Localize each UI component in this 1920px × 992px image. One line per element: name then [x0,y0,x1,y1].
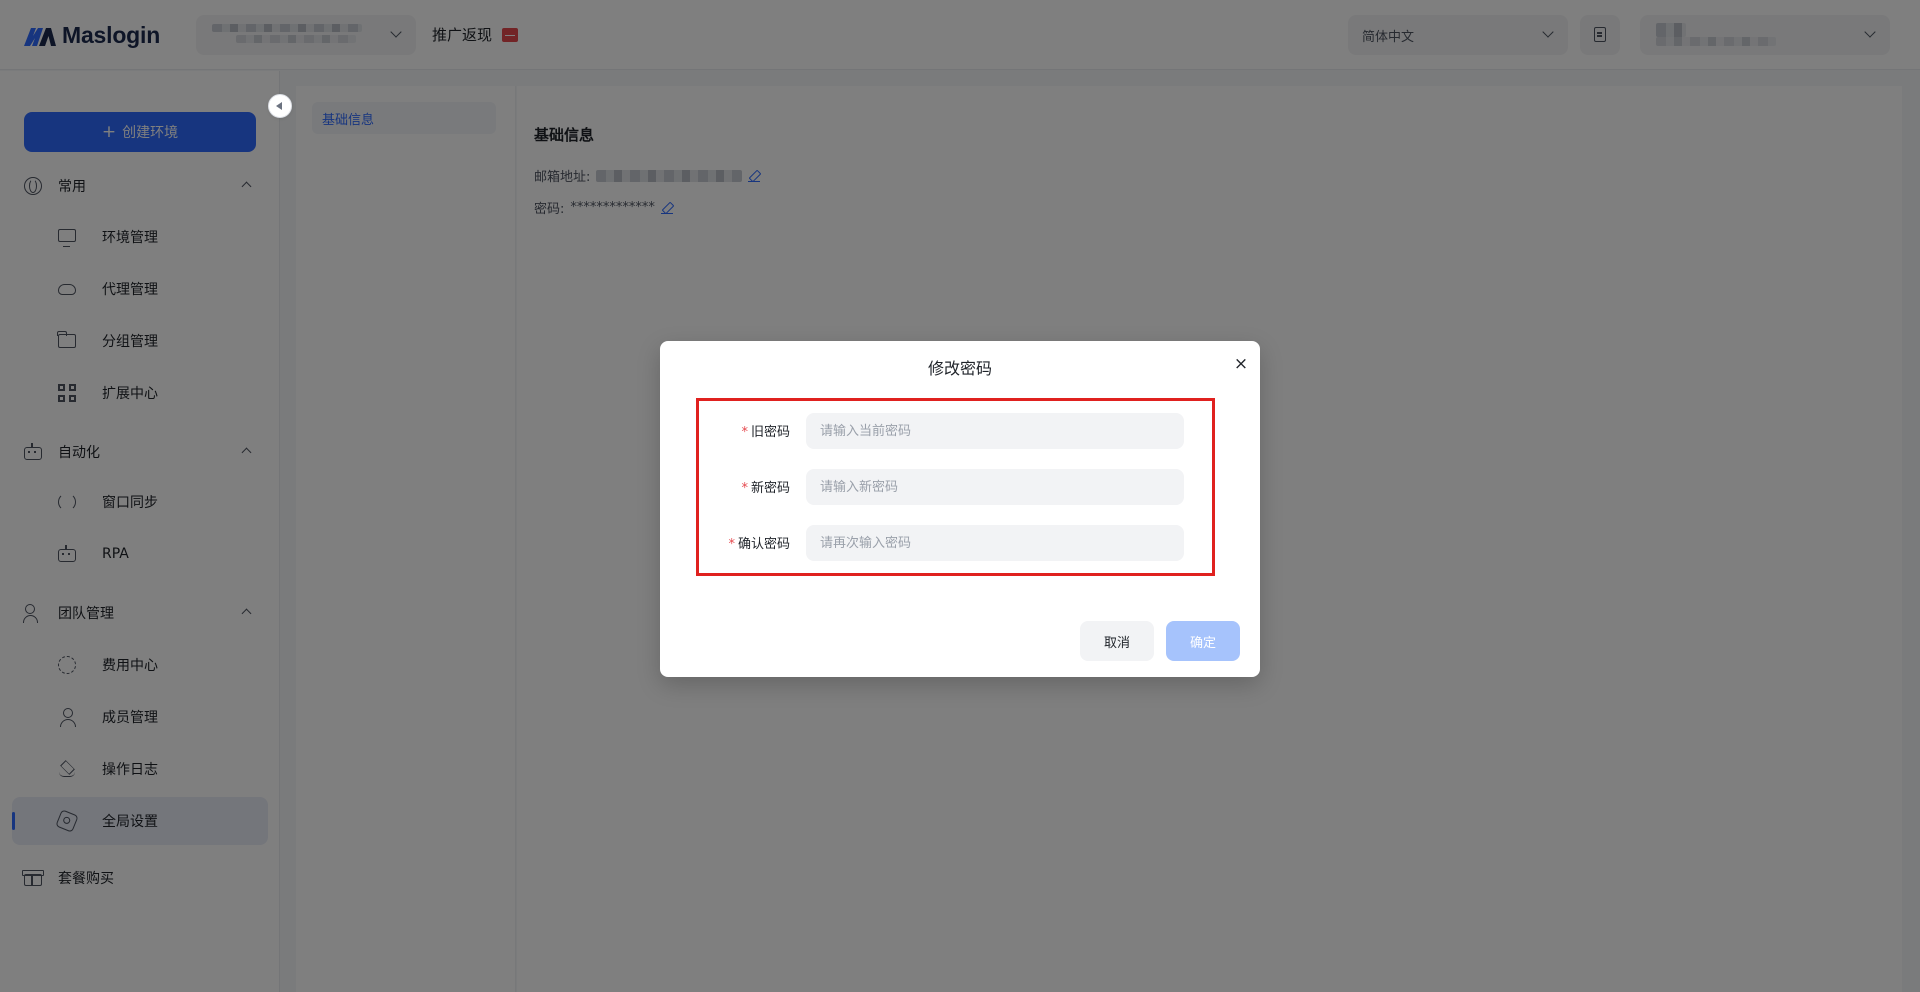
new-password-label: * 新密码 [741,477,790,496]
confirm-password-label-text: 确认密码 [737,537,790,552]
required-mark: * [728,537,735,552]
confirm-password-label: * 确认密码 [728,533,790,552]
confirm-password-row: * 确认密码 [660,525,1260,561]
sidebar-collapse-button[interactable] [268,94,292,118]
close-icon[interactable]: × [1233,356,1249,373]
cancel-button[interactable]: 取消 [1080,621,1154,661]
confirm-button[interactable]: 确定 [1166,621,1240,661]
new-password-label-text: 新密码 [750,481,790,496]
change-password-dialog: 修改密码 × * 旧密码 * 新密码 * 确认密码 取消 确定 [660,341,1260,677]
old-password-label: * 旧密码 [741,421,790,440]
required-mark: * [741,481,748,496]
old-password-row: * 旧密码 [660,413,1260,449]
confirm-password-input[interactable] [806,525,1184,561]
required-mark: * [741,425,748,440]
old-password-label-text: 旧密码 [750,425,790,440]
new-password-row: * 新密码 [660,469,1260,505]
new-password-input[interactable] [806,469,1184,505]
dialog-title: 修改密码 [927,359,992,378]
old-password-input[interactable] [806,413,1184,449]
